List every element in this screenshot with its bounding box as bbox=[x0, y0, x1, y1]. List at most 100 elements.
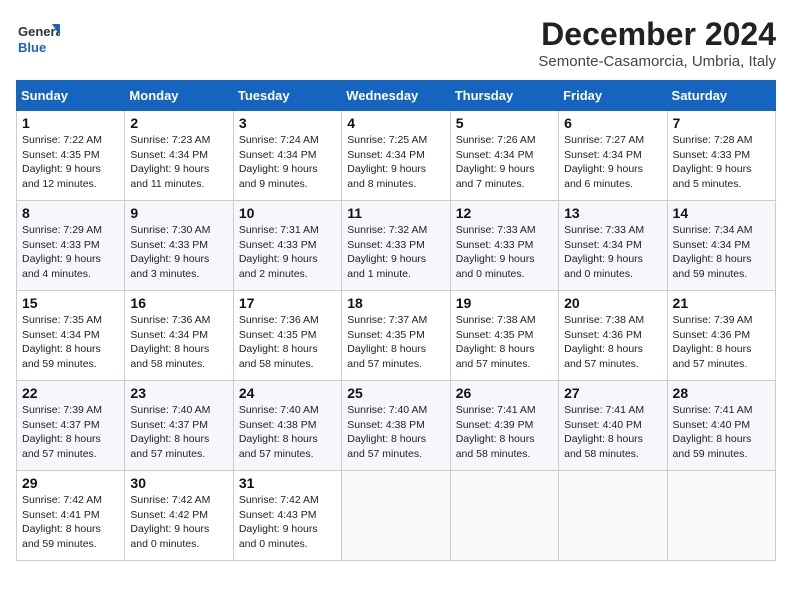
day-cell: 6 Sunrise: 7:27 AM Sunset: 4:34 PM Dayli… bbox=[559, 111, 667, 201]
daylight-info: Daylight: 9 hours and 4 minutes. bbox=[22, 253, 101, 280]
day-number: 17 bbox=[239, 295, 336, 311]
daylight-info: Daylight: 8 hours and 58 minutes. bbox=[239, 343, 318, 370]
day-number: 19 bbox=[456, 295, 553, 311]
col-header-saturday: Saturday bbox=[667, 81, 775, 111]
sunrise-info: Sunrise: 7:35 AM bbox=[22, 314, 102, 326]
sunrise-info: Sunrise: 7:33 AM bbox=[564, 224, 644, 236]
sunrise-info: Sunrise: 7:34 AM bbox=[673, 224, 753, 236]
sunrise-info: Sunrise: 7:42 AM bbox=[22, 494, 102, 506]
day-number: 21 bbox=[673, 295, 770, 311]
daylight-info: Daylight: 8 hours and 59 minutes. bbox=[22, 343, 101, 370]
sunrise-info: Sunrise: 7:29 AM bbox=[22, 224, 102, 236]
day-number: 3 bbox=[239, 115, 336, 131]
day-cell: 10 Sunrise: 7:31 AM Sunset: 4:33 PM Dayl… bbox=[233, 201, 341, 291]
sunset-info: Sunset: 4:34 PM bbox=[347, 149, 425, 161]
sunrise-info: Sunrise: 7:25 AM bbox=[347, 134, 427, 146]
sunrise-info: Sunrise: 7:40 AM bbox=[239, 404, 319, 416]
sunrise-info: Sunrise: 7:26 AM bbox=[456, 134, 536, 146]
title-area: December 2024 Semonte-Casamorcia, Umbria… bbox=[538, 16, 776, 70]
sunrise-info: Sunrise: 7:22 AM bbox=[22, 134, 102, 146]
page-header: General Blue December 2024 Semonte-Casam… bbox=[16, 16, 776, 70]
sunrise-info: Sunrise: 7:36 AM bbox=[130, 314, 210, 326]
svg-text:Blue: Blue bbox=[18, 40, 46, 55]
day-cell bbox=[342, 471, 450, 561]
sunset-info: Sunset: 4:42 PM bbox=[130, 509, 208, 521]
day-number: 5 bbox=[456, 115, 553, 131]
sunset-info: Sunset: 4:34 PM bbox=[456, 149, 534, 161]
day-cell: 3 Sunrise: 7:24 AM Sunset: 4:34 PM Dayli… bbox=[233, 111, 341, 201]
day-number: 27 bbox=[564, 385, 661, 401]
day-number: 9 bbox=[130, 205, 227, 221]
sunrise-info: Sunrise: 7:36 AM bbox=[239, 314, 319, 326]
week-row-5: 29 Sunrise: 7:42 AM Sunset: 4:41 PM Dayl… bbox=[17, 471, 776, 561]
day-number: 7 bbox=[673, 115, 770, 131]
sunrise-info: Sunrise: 7:39 AM bbox=[22, 404, 102, 416]
day-cell: 26 Sunrise: 7:41 AM Sunset: 4:39 PM Dayl… bbox=[450, 381, 558, 471]
day-cell: 25 Sunrise: 7:40 AM Sunset: 4:38 PM Dayl… bbox=[342, 381, 450, 471]
day-number: 20 bbox=[564, 295, 661, 311]
sunrise-info: Sunrise: 7:27 AM bbox=[564, 134, 644, 146]
sunset-info: Sunset: 4:38 PM bbox=[347, 419, 425, 431]
sunrise-info: Sunrise: 7:40 AM bbox=[347, 404, 427, 416]
sunset-info: Sunset: 4:33 PM bbox=[239, 239, 317, 251]
sunset-info: Sunset: 4:35 PM bbox=[239, 329, 317, 341]
day-cell: 5 Sunrise: 7:26 AM Sunset: 4:34 PM Dayli… bbox=[450, 111, 558, 201]
daylight-info: Daylight: 8 hours and 57 minutes. bbox=[347, 343, 426, 370]
day-number: 26 bbox=[456, 385, 553, 401]
day-number: 29 bbox=[22, 475, 119, 491]
sunset-info: Sunset: 4:35 PM bbox=[347, 329, 425, 341]
daylight-info: Daylight: 9 hours and 9 minutes. bbox=[239, 163, 318, 190]
day-cell: 17 Sunrise: 7:36 AM Sunset: 4:35 PM Dayl… bbox=[233, 291, 341, 381]
month-title: December 2024 bbox=[538, 16, 776, 53]
day-cell: 23 Sunrise: 7:40 AM Sunset: 4:37 PM Dayl… bbox=[125, 381, 233, 471]
day-cell: 9 Sunrise: 7:30 AM Sunset: 4:33 PM Dayli… bbox=[125, 201, 233, 291]
day-cell: 27 Sunrise: 7:41 AM Sunset: 4:40 PM Dayl… bbox=[559, 381, 667, 471]
day-number: 18 bbox=[347, 295, 444, 311]
sunset-info: Sunset: 4:37 PM bbox=[22, 419, 100, 431]
daylight-info: Daylight: 8 hours and 57 minutes. bbox=[239, 433, 318, 460]
daylight-info: Daylight: 9 hours and 1 minute. bbox=[347, 253, 426, 280]
sunset-info: Sunset: 4:34 PM bbox=[130, 149, 208, 161]
day-cell: 21 Sunrise: 7:39 AM Sunset: 4:36 PM Dayl… bbox=[667, 291, 775, 381]
daylight-info: Daylight: 9 hours and 12 minutes. bbox=[22, 163, 101, 190]
daylight-info: Daylight: 8 hours and 58 minutes. bbox=[564, 433, 643, 460]
header-row: SundayMondayTuesdayWednesdayThursdayFrid… bbox=[17, 81, 776, 111]
sunset-info: Sunset: 4:40 PM bbox=[564, 419, 642, 431]
sunset-info: Sunset: 4:43 PM bbox=[239, 509, 317, 521]
day-cell bbox=[450, 471, 558, 561]
day-cell: 14 Sunrise: 7:34 AM Sunset: 4:34 PM Dayl… bbox=[667, 201, 775, 291]
daylight-info: Daylight: 8 hours and 59 minutes. bbox=[22, 523, 101, 550]
daylight-info: Daylight: 8 hours and 57 minutes. bbox=[22, 433, 101, 460]
location-subtitle: Semonte-Casamorcia, Umbria, Italy bbox=[538, 53, 776, 70]
sunrise-info: Sunrise: 7:24 AM bbox=[239, 134, 319, 146]
daylight-info: Daylight: 8 hours and 58 minutes. bbox=[130, 343, 209, 370]
sunrise-info: Sunrise: 7:31 AM bbox=[239, 224, 319, 236]
day-cell: 16 Sunrise: 7:36 AM Sunset: 4:34 PM Dayl… bbox=[125, 291, 233, 381]
sunrise-info: Sunrise: 7:33 AM bbox=[456, 224, 536, 236]
sunrise-info: Sunrise: 7:30 AM bbox=[130, 224, 210, 236]
sunset-info: Sunset: 4:34 PM bbox=[239, 149, 317, 161]
day-number: 28 bbox=[673, 385, 770, 401]
day-number: 6 bbox=[564, 115, 661, 131]
sunset-info: Sunset: 4:33 PM bbox=[456, 239, 534, 251]
day-number: 25 bbox=[347, 385, 444, 401]
day-number: 23 bbox=[130, 385, 227, 401]
col-header-wednesday: Wednesday bbox=[342, 81, 450, 111]
sunrise-info: Sunrise: 7:28 AM bbox=[673, 134, 753, 146]
day-cell: 1 Sunrise: 7:22 AM Sunset: 4:35 PM Dayli… bbox=[17, 111, 125, 201]
day-number: 1 bbox=[22, 115, 119, 131]
daylight-info: Daylight: 9 hours and 0 minutes. bbox=[564, 253, 643, 280]
sunset-info: Sunset: 4:34 PM bbox=[673, 239, 751, 251]
week-row-2: 8 Sunrise: 7:29 AM Sunset: 4:33 PM Dayli… bbox=[17, 201, 776, 291]
sunrise-info: Sunrise: 7:42 AM bbox=[130, 494, 210, 506]
sunrise-info: Sunrise: 7:42 AM bbox=[239, 494, 319, 506]
sunrise-info: Sunrise: 7:23 AM bbox=[130, 134, 210, 146]
sunset-info: Sunset: 4:34 PM bbox=[130, 329, 208, 341]
day-cell: 20 Sunrise: 7:38 AM Sunset: 4:36 PM Dayl… bbox=[559, 291, 667, 381]
day-cell: 12 Sunrise: 7:33 AM Sunset: 4:33 PM Dayl… bbox=[450, 201, 558, 291]
sunset-info: Sunset: 4:39 PM bbox=[456, 419, 534, 431]
daylight-info: Daylight: 8 hours and 57 minutes. bbox=[347, 433, 426, 460]
sunrise-info: Sunrise: 7:41 AM bbox=[564, 404, 644, 416]
day-cell: 18 Sunrise: 7:37 AM Sunset: 4:35 PM Dayl… bbox=[342, 291, 450, 381]
day-cell: 8 Sunrise: 7:29 AM Sunset: 4:33 PM Dayli… bbox=[17, 201, 125, 291]
